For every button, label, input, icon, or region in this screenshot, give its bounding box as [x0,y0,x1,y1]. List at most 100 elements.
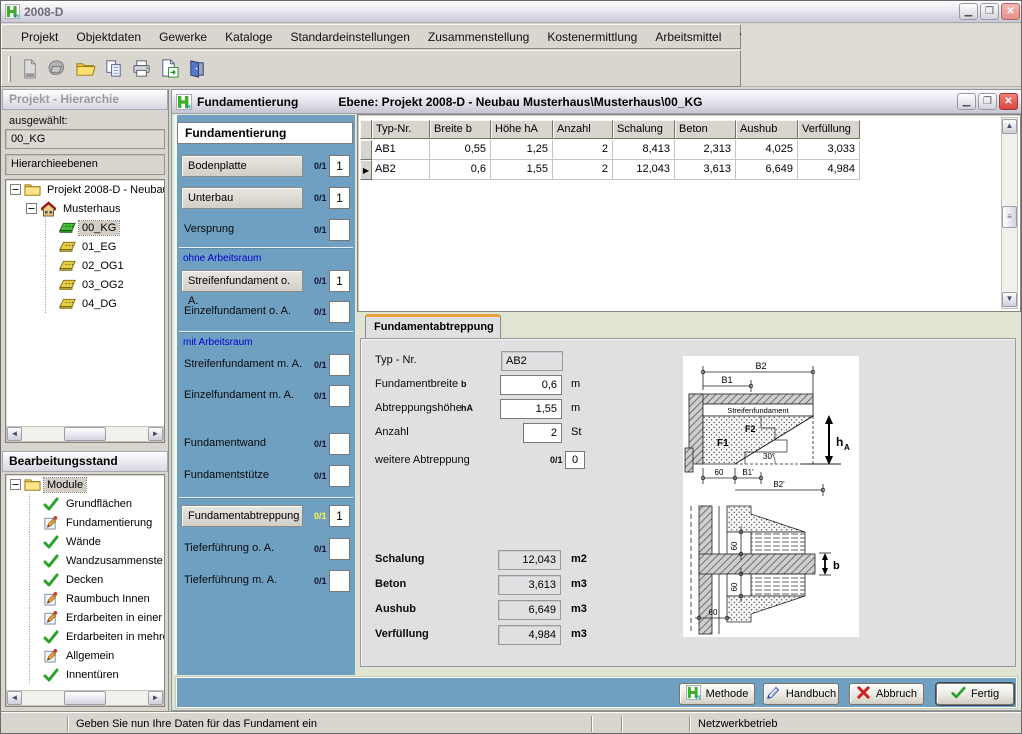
table-cell[interactable]: AB2 [372,160,430,180]
tree-item-wnde[interactable]: Wände [6,532,164,551]
form-field-input[interactable]: 1,55 [500,399,562,419]
scroll-up-button[interactable]: ▲ [1002,119,1017,134]
menu-item-kostenermittlung[interactable]: Kostenermittlung [538,27,646,47]
table-column-header-verfllung[interactable]: Verfüllung [798,120,860,139]
table-cell[interactable]: 1,55 [491,160,553,180]
tree-item-03_og2[interactable]: 03_OG2 [6,275,164,294]
table-cell[interactable]: 6,649 [736,160,798,180]
tree-item-module[interactable]: Module [6,475,164,494]
sidebar-item-label[interactable]: Fundamentwand [184,437,266,449]
sidebar-item-label[interactable]: Einzelfundament o. A. [184,305,291,317]
app-restore-button[interactable]: ❐ [980,3,999,20]
scroll-down-button[interactable]: ▼ [1002,292,1017,307]
tree-item-01_eg[interactable]: 01_EG [6,237,164,256]
tree-expander-minus-icon[interactable] [26,203,37,214]
sidebar-item-label[interactable]: Tieferführung m. A. [184,574,277,586]
sidebar-item-count-box[interactable] [329,570,350,592]
menu-item-kataloge[interactable]: Kataloge [216,27,281,47]
table-cell[interactable]: 8,413 [613,140,675,160]
progress-hscrollbar[interactable]: ◄ ► [6,690,164,706]
copy-icon[interactable] [101,57,125,81]
table-cell[interactable]: 3,613 [675,160,736,180]
sidebar-item-count-box[interactable]: 1 [329,155,350,177]
menu-item-arbeitsmittel[interactable]: Arbeitsmittel [646,27,730,47]
sidebar-item-count-box[interactable] [329,301,350,323]
menu-item-objektdaten[interactable]: Objektdaten [67,27,150,47]
action-button-methode[interactable]: HMethode [679,683,755,705]
tree-item-00_kg[interactable]: 00_KG [6,218,164,237]
sidebar-item-count-box[interactable] [329,354,350,376]
table-cell[interactable]: 2,313 [675,140,736,160]
table-cell[interactable]: 2 [553,140,613,160]
table-row-selector[interactable]: ▶ [360,160,372,180]
table-cell[interactable]: 12,043 [613,160,675,180]
table-cell[interactable]: 0,6 [430,160,491,180]
app-minimize-button[interactable]: ▁ [959,3,978,20]
table-cell[interactable]: AB1 [372,140,430,160]
tree-item-allgemein[interactable]: Allgemein [6,646,164,665]
child-close-button[interactable]: ✕ [999,93,1018,110]
hierarchy-hscrollbar[interactable]: ◄ ► [6,426,164,442]
form-field-input[interactable]: 0 [565,451,585,469]
table-vscrollbar[interactable]: ▲ ≡ ▼ [1001,117,1018,309]
scrollbar-thumb[interactable]: ≡ [1002,206,1017,228]
menu-item-zusammenstellung[interactable]: Zusammenstellung [419,27,538,47]
table-column-header-schalung[interactable]: Schalung [613,120,675,139]
scroll-right-button[interactable]: ► [148,691,163,705]
table-cell[interactable]: 4,025 [736,140,798,160]
sidebar-item-count-box[interactable] [329,385,350,407]
tree-item-02_og1[interactable]: 02_OG1 [6,256,164,275]
sidebar-item-count-box[interactable] [329,219,350,241]
tree-item-projekt2008dneubau[interactable]: Projekt 2008-D - Neubau [6,180,164,199]
table-cell[interactable]: 4,984 [798,160,860,180]
action-button-abbruch[interactable]: Abbruch [849,683,924,705]
action-button-handbuch[interactable]: Handbuch [763,683,839,705]
scrollbar-thumb[interactable] [64,427,106,441]
sidebar-item-count-box[interactable]: 1 [329,187,350,209]
table-column-header-typnr[interactable]: Typ-Nr. [372,120,430,139]
menu-item-standardeinstellungen[interactable]: Standardeinstellungen [281,27,418,47]
exit-door-icon[interactable] [185,57,209,81]
tree-item-innentren[interactable]: Innentüren [6,665,164,684]
tree-item-raumbuchinnen[interactable]: Raumbuch Innen [6,589,164,608]
tree-item-fundamentierung[interactable]: Fundamentierung [6,513,164,532]
sidebar-item-count-box[interactable] [329,433,350,455]
table-column-header-breiteb[interactable]: Breite b [430,120,491,139]
sidebar-item-label[interactable]: Streifenfundament m. A. [184,358,302,370]
tree-item-erdarbeitenineiner[interactable]: Erdarbeiten in einer [6,608,164,627]
sidebar-item-button[interactable]: Bodenplatte [181,155,303,177]
sidebar-item-button[interactable]: Streifenfundament o. A. [181,270,303,292]
new-document-icon[interactable] [17,57,41,81]
tree-expander-minus-icon[interactable] [10,184,21,195]
scrollbar-thumb[interactable] [64,691,106,705]
scroll-right-button[interactable]: ► [148,427,163,441]
action-button-fertig[interactable]: Fertig [936,683,1014,705]
open-disabled-icon[interactable] [45,57,69,81]
menu-item-gewerke[interactable]: Gewerke [150,27,216,47]
table-column-header-beton[interactable]: Beton [675,120,736,139]
sidebar-item-count-box[interactable]: 1 [329,270,350,292]
table-cell[interactable]: 1,25 [491,140,553,160]
table-cell[interactable]: 2 [553,160,613,180]
sidebar-item-button[interactable]: Fundamentabtreppung [181,505,303,527]
sidebar-item-label[interactable]: Fundamentstütze [184,469,269,481]
sidebar-item-label[interactable]: Tieferführung o. A. [184,542,274,554]
table-column-header-hheha[interactable]: Höhe hA [491,120,553,139]
sidebar-item-count-box[interactable]: 1 [329,505,350,527]
sidebar-item-button[interactable]: Unterbau [181,187,303,209]
app-close-button[interactable]: ✕ [1001,3,1020,20]
table-column-header-aushub[interactable]: Aushub [736,120,798,139]
scroll-left-button[interactable]: ◄ [7,691,22,705]
tree-item-04_dg[interactable]: 04_DG [6,294,164,313]
form-field-input[interactable]: 0,6 [500,375,562,395]
scroll-left-button[interactable]: ◄ [7,427,22,441]
tree-item-decken[interactable]: Decken [6,570,164,589]
form-field-input[interactable]: 2 [523,423,562,443]
table-cell[interactable]: 3,033 [798,140,860,160]
sidebar-item-count-box[interactable] [329,465,350,487]
sidebar-item-label[interactable]: Versprung [184,223,234,235]
tree-item-musterhaus[interactable]: Musterhaus [6,199,164,218]
print-icon[interactable] [129,57,153,81]
table-cell[interactable]: 0,55 [430,140,491,160]
menu-item-projekt[interactable]: Projekt [12,27,67,47]
